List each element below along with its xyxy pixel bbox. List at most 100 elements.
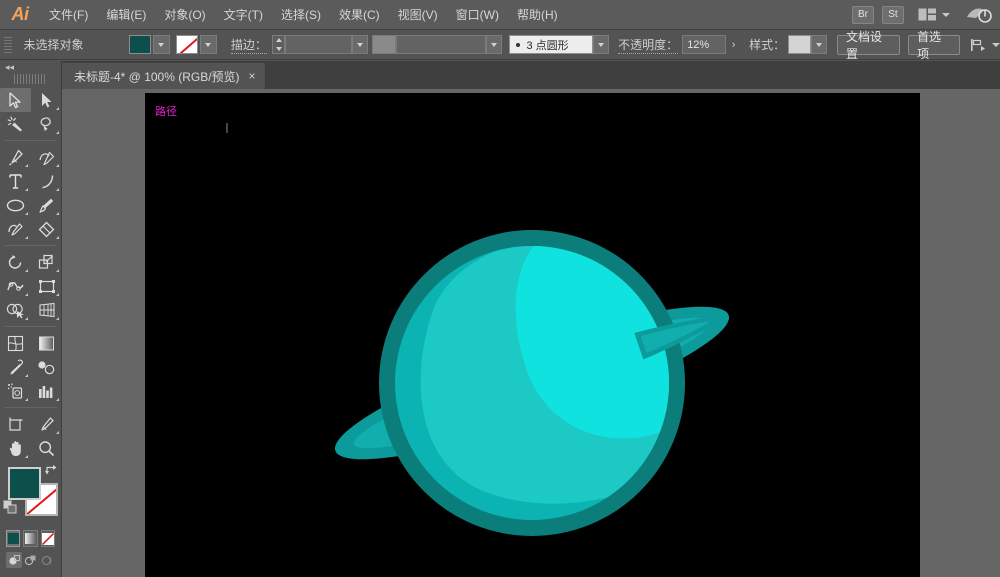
tool-expand-corner — [25, 455, 28, 458]
slice-tool[interactable] — [31, 412, 62, 436]
opacity-options-arrow[interactable]: › — [726, 39, 741, 51]
menu-effect[interactable]: 效果(C) — [330, 0, 389, 30]
curvature-tool[interactable] — [31, 145, 62, 169]
eyedropper-tool[interactable] — [0, 355, 31, 379]
ellipse-tool[interactable] — [0, 193, 31, 217]
stepper-up-icon — [276, 38, 282, 42]
tools-panel: ◂◂ — [0, 61, 62, 577]
stroke-profile-blank — [372, 35, 397, 54]
stock-button[interactable]: St — [882, 6, 904, 24]
chevron-right-icon: › — [732, 39, 736, 51]
chevron-down-icon — [816, 43, 822, 47]
menu-object[interactable]: 对象(O) — [155, 0, 214, 30]
color-mode-button[interactable] — [6, 530, 20, 547]
selection-status-label: 未选择对象 — [18, 36, 129, 53]
brush-definition-dropdown[interactable] — [593, 35, 609, 54]
style-label: 样式： — [749, 36, 785, 53]
free-transform-tool[interactable] — [31, 274, 62, 298]
scale-tool[interactable] — [31, 250, 62, 274]
change-screen-mode-button[interactable] — [0, 568, 61, 577]
width-tool[interactable] — [0, 274, 31, 298]
variable-width-profile-dropdown[interactable] — [486, 35, 502, 54]
menu-window[interactable]: 窗口(W) — [447, 0, 508, 30]
stroke-color-dropdown[interactable] — [200, 35, 217, 54]
artboard-tool[interactable] — [0, 412, 31, 436]
perspective-grid-tool[interactable] — [31, 298, 62, 322]
zoom-tool[interactable] — [31, 436, 62, 460]
chevron-down-icon — [158, 43, 164, 47]
draw-inside-button[interactable] — [38, 552, 54, 568]
magic-wand-tool[interactable] — [0, 112, 31, 136]
canvas-area[interactable]: 路径 — [62, 89, 1000, 577]
paintbrush-tool[interactable] — [31, 193, 62, 217]
stroke-weight-stepper[interactable] — [272, 35, 285, 54]
stroke-weight-field[interactable] — [285, 35, 351, 54]
chevron-down-icon — [205, 43, 211, 47]
artboard[interactable]: 路径 — [145, 93, 920, 577]
default-fill-stroke-icon[interactable] — [3, 500, 17, 519]
none-mode-button[interactable] — [41, 530, 55, 547]
menu-file[interactable]: 文件(F) — [40, 0, 97, 30]
type-tool[interactable] — [0, 169, 31, 193]
fill-color-dropdown[interactable] — [153, 35, 170, 54]
tools-divider — [5, 245, 57, 246]
arrange-documents-icon[interactable] — [918, 8, 950, 21]
tool-expand-corner — [25, 269, 28, 272]
preferences-button[interactable]: 首选项 — [908, 35, 960, 55]
hand-tool[interactable] — [0, 436, 31, 460]
lasso-tool[interactable] — [31, 112, 62, 136]
pen-tool[interactable] — [0, 145, 31, 169]
document-tab[interactable]: 未标题-4* @ 100% (RGB/预览) × — [62, 63, 266, 89]
stroke-weight-dropdown[interactable] — [352, 35, 368, 54]
menu-type[interactable]: 文字(T) — [215, 0, 272, 30]
menu-select[interactable]: 选择(S) — [272, 0, 330, 30]
tool-expand-corner — [56, 269, 59, 272]
graphic-style-dropdown[interactable] — [811, 35, 827, 54]
stroke-weight-label: 描边： — [231, 36, 267, 54]
opacity-field[interactable]: 12% — [682, 35, 726, 54]
shape-builder-tool[interactable] — [0, 298, 31, 322]
fill-color-swatch[interactable] — [129, 35, 151, 54]
path-label: 路径 — [155, 103, 177, 119]
variable-width-profile-field[interactable] — [396, 35, 486, 54]
document-setup-button[interactable]: 文档设置 — [837, 35, 900, 55]
illustrator-window: Ai 文件(F) 编辑(E) 对象(O) 文字(T) 选择(S) 效果(C) 视… — [0, 0, 1000, 577]
close-icon[interactable]: × — [249, 70, 256, 82]
mesh-tool[interactable] — [0, 331, 31, 355]
tool-expand-corner — [25, 293, 28, 296]
tool-expand-corner — [25, 398, 28, 401]
tools-divider — [5, 407, 57, 408]
column-graph-tool[interactable] — [31, 379, 62, 403]
direct-selection-tool[interactable] — [31, 88, 62, 112]
artboard-corner-marker — [225, 123, 229, 133]
stroke-color-swatch[interactable] — [176, 35, 198, 54]
menu-help[interactable]: 帮助(H) — [508, 0, 567, 30]
eraser-tool[interactable] — [31, 217, 62, 241]
pencil-tool[interactable] — [0, 217, 31, 241]
gradient-mode-button[interactable] — [23, 530, 37, 547]
gradient-tool[interactable] — [31, 331, 62, 355]
fill-swatch-large[interactable] — [8, 467, 41, 500]
tools-panel-grip[interactable] — [14, 74, 47, 84]
workspace-icon[interactable] — [966, 6, 992, 24]
draw-behind-button[interactable] — [22, 552, 38, 568]
menu-view[interactable]: 视图(V) — [389, 0, 447, 30]
control-bar-grip[interactable] — [4, 37, 12, 53]
align-icon[interactable] — [970, 38, 1000, 52]
line-segment-tool[interactable] — [31, 169, 62, 193]
graphic-style-swatch[interactable] — [788, 35, 811, 54]
blend-tool[interactable] — [31, 355, 62, 379]
tool-expand-corner — [56, 164, 59, 167]
swap-fill-stroke-icon[interactable] — [44, 464, 58, 482]
collapse-panel-icon[interactable]: ◂◂ — [0, 61, 61, 74]
chevron-down-icon — [992, 43, 1000, 47]
draw-normal-button[interactable] — [6, 552, 22, 568]
selection-tool[interactable] — [0, 88, 31, 112]
planet-with-ring-artwork[interactable] — [145, 93, 920, 577]
bridge-button[interactable]: Br — [852, 6, 874, 24]
rotate-tool[interactable] — [0, 250, 31, 274]
document-tab-bar: 未标题-4* @ 100% (RGB/预览) × — [62, 61, 1000, 89]
brush-definition-field[interactable]: 3 点圆形 — [509, 35, 593, 54]
symbol-sprayer-tool[interactable] — [0, 379, 31, 403]
menu-edit[interactable]: 编辑(E) — [97, 0, 155, 30]
